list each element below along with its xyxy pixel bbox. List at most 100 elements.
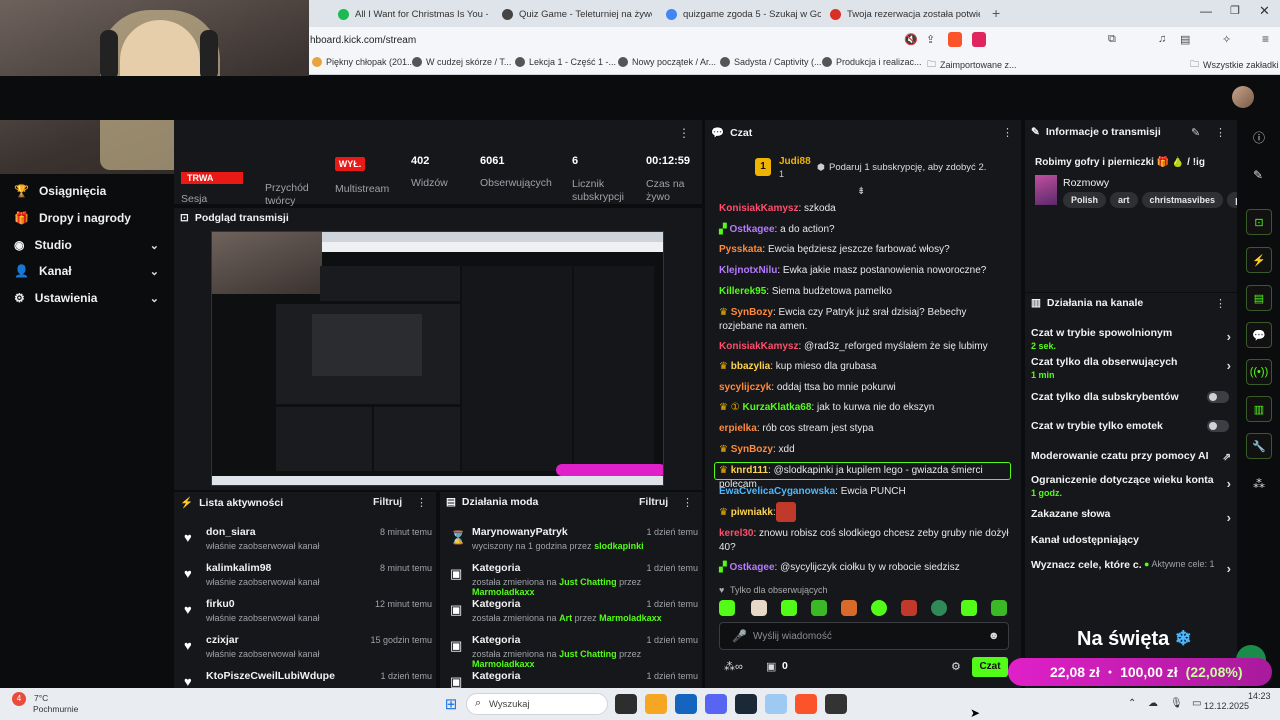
- emote-icon[interactable]: [811, 600, 827, 616]
- tag[interactable]: pain: [1227, 192, 1237, 208]
- emote-icon[interactable]: [871, 600, 887, 616]
- time[interactable]: 14:23: [1248, 691, 1271, 701]
- activity-row[interactable]: ♥ don_siara właśnie zaobserwował kanał 8 mi…: [174, 526, 432, 562]
- activity-username[interactable]: czixjar: [206, 634, 239, 646]
- activity-row[interactable]: ♥ kalimkalim98 właśnie zaobserwował kanał 8…: [174, 562, 432, 598]
- activity-username[interactable]: don_siara: [206, 526, 256, 538]
- broadcast-icon[interactable]: ((•)): [1246, 359, 1272, 385]
- nav-item-studio[interactable]: ◉ Studio ⌄: [14, 235, 159, 255]
- channel-action-row[interactable]: Zakazane słowa ›: [1031, 508, 1231, 525]
- chevron-up-icon[interactable]: ⌃: [1128, 698, 1136, 709]
- url-field[interactable]: hboard.kick.com/stream: [300, 31, 990, 50]
- monitor-icon[interactable]: ▭: [1192, 698, 1201, 709]
- nav-item-channel[interactable]: 👤 Kanał ⌄: [14, 261, 159, 281]
- edit-icon[interactable]: ✎: [1191, 126, 1200, 139]
- chat-username[interactable]: Ostkagee: [729, 224, 774, 235]
- mod-action-row[interactable]: ▣ Kategoria 1 dzień temu: [440, 670, 698, 688]
- tag[interactable]: Polish: [1063, 192, 1107, 208]
- emote-icon[interactable]: [961, 600, 977, 616]
- scan-icon[interactable]: ⊡: [1246, 209, 1272, 235]
- chat-settings-icon[interactable]: ⚙: [951, 660, 961, 673]
- activity-filter-button[interactable]: Filtruj: [373, 496, 402, 508]
- chat-username[interactable]: bbazylia: [731, 361, 770, 372]
- points-icon[interactable]: ⁂∞: [724, 660, 743, 673]
- emote-icon[interactable]: [991, 600, 1007, 616]
- lightning-icon[interactable]: ⚡: [1246, 247, 1272, 273]
- mute-icon[interactable]: 🔇: [904, 33, 918, 46]
- toggle-switch[interactable]: [1207, 391, 1229, 403]
- activity-row[interactable]: ♥ KtoPiszeCweilLubiWdupe 1 dzień temu: [174, 670, 432, 688]
- windows-start-icon[interactable]: ⊞: [440, 694, 462, 714]
- bookmark[interactable]: W cudzej skórze / T...: [412, 57, 511, 67]
- browser-tab[interactable]: quizgame zgoda 5 - Szukaj w Google: [666, 4, 821, 24]
- chat-username[interactable]: Killerek95: [719, 286, 766, 297]
- activity-row[interactable]: ♥ czixjar właśnie zaobserwował kanał 15 god…: [174, 634, 432, 670]
- chat-username[interactable]: SynBozy: [731, 444, 773, 455]
- emote-icon[interactable]: [841, 600, 857, 616]
- bookmark[interactable]: Produkcja i realizac...: [822, 57, 922, 67]
- activity-row[interactable]: ♥ firku0 właśnie zaobserwował kanał 12 minu…: [174, 598, 432, 634]
- chat-username[interactable]: Ostkagee: [729, 562, 774, 573]
- extensions-icon[interactable]: ⧉: [1108, 33, 1116, 46]
- pinned-user[interactable]: Judi88: [779, 156, 811, 167]
- bookmark-folder[interactable]: 🗀 Zaimportowane z...: [927, 57, 1017, 73]
- microphone-icon[interactable]: 🎤: [732, 629, 747, 643]
- stream-preview[interactable]: [211, 231, 664, 486]
- chat-username[interactable]: KlejnotxNilu: [719, 265, 777, 276]
- browser-tab[interactable]: All I Want for Christmas Is You - A: [338, 4, 488, 24]
- chat-username[interactable]: KonisiakKamysz: [719, 341, 798, 352]
- activity-username[interactable]: KtoPiszeCweilLubiWdupe: [206, 670, 335, 682]
- more-icon[interactable]: ⋮: [678, 126, 690, 140]
- rewards-icon[interactable]: [972, 32, 986, 47]
- wrench-icon[interactable]: 🔧: [1246, 433, 1272, 459]
- browser-tab[interactable]: Quiz Game - Teleturniej na żywo!: [502, 4, 652, 24]
- activity-username[interactable]: firku0: [206, 598, 235, 610]
- gift-box-icon[interactable]: ▣: [766, 660, 776, 673]
- chat-username[interactable]: Pysskata: [719, 244, 762, 255]
- scroll-down-icon[interactable]: ⇟: [857, 186, 865, 197]
- mod-action-row[interactable]: ▣ Kategoria została zmieniona na Just Chat…: [440, 634, 698, 670]
- new-tab-icon[interactable]: +: [992, 5, 1000, 21]
- mod-filter-button[interactable]: Filtruj: [639, 496, 668, 508]
- more-icon[interactable]: ⋮: [1215, 126, 1226, 139]
- weather-temp[interactable]: 7°C: [34, 693, 48, 703]
- activity-username[interactable]: kalimkalim98: [206, 562, 271, 574]
- browser-tab[interactable]: Twoja rezerwacja została potwierdzo: [830, 4, 980, 24]
- chat-username[interactable]: KonisiakKamysz: [719, 203, 798, 214]
- menu-icon[interactable]: ≡: [1262, 32, 1269, 46]
- brave-shield-icon[interactable]: [948, 32, 962, 47]
- brave-icon[interactable]: [795, 694, 817, 714]
- taskbar-search[interactable]: ⌕ Wyszukaj: [466, 693, 608, 715]
- channel-action-row[interactable]: Czat tylko dla obserwujących 1 min ›: [1031, 356, 1231, 380]
- channel-action-row[interactable]: Czat w trybie tylko emotek: [1031, 420, 1231, 432]
- close-icon[interactable]: ✕: [1259, 3, 1270, 19]
- chat-icon[interactable]: 💬: [1246, 322, 1272, 348]
- more-icon[interactable]: ⋮: [1215, 297, 1226, 310]
- channel-action-row[interactable]: Moderowanie czatu przy pomocy AI ⇗: [1031, 450, 1231, 463]
- emoji-icon[interactable]: ☻: [988, 630, 1000, 642]
- tag[interactable]: art: [1110, 192, 1138, 208]
- bookmark[interactable]: Piękny chłopak (201...: [312, 57, 415, 67]
- emote-icon[interactable]: [719, 600, 735, 616]
- layout-icon[interactable]: ▥: [1246, 396, 1272, 422]
- chat-username[interactable]: erpielka: [719, 423, 757, 434]
- chat-username[interactable]: KurzaKlatka68: [743, 402, 812, 413]
- more-icon[interactable]: ⋮: [682, 496, 693, 509]
- chat-username[interactable]: sycylijczyk: [719, 382, 771, 393]
- more-icon[interactable]: ⋮: [1002, 126, 1013, 139]
- chat-username[interactable]: kerel30: [719, 528, 753, 539]
- nav-item-drops[interactable]: 🎁 Dropy i nagrody: [14, 208, 159, 228]
- users-icon[interactable]: ⁂: [1253, 477, 1265, 491]
- chat-input[interactable]: 🎤 Wyślij wiadomość ☻: [719, 622, 1009, 650]
- toggle-switch[interactable]: [1207, 420, 1229, 432]
- copilot-icon[interactable]: [645, 694, 667, 714]
- document-icon[interactable]: ▤: [1246, 285, 1272, 311]
- tag[interactable]: christmasvibes: [1141, 192, 1224, 208]
- emote-icon[interactable]: [781, 600, 797, 616]
- nav-item-achievements[interactable]: 🏆 Osiągnięcia: [14, 181, 159, 201]
- microphone-icon[interactable]: 🎙: [1170, 698, 1183, 709]
- channel-action-row[interactable]: Czat w trybie spowolnionym 2 sek. ›: [1031, 327, 1231, 351]
- bookmark[interactable]: Sadysta / Captivity (...: [720, 57, 822, 67]
- emote-icon[interactable]: [931, 600, 947, 616]
- emote-icon[interactable]: [901, 600, 917, 616]
